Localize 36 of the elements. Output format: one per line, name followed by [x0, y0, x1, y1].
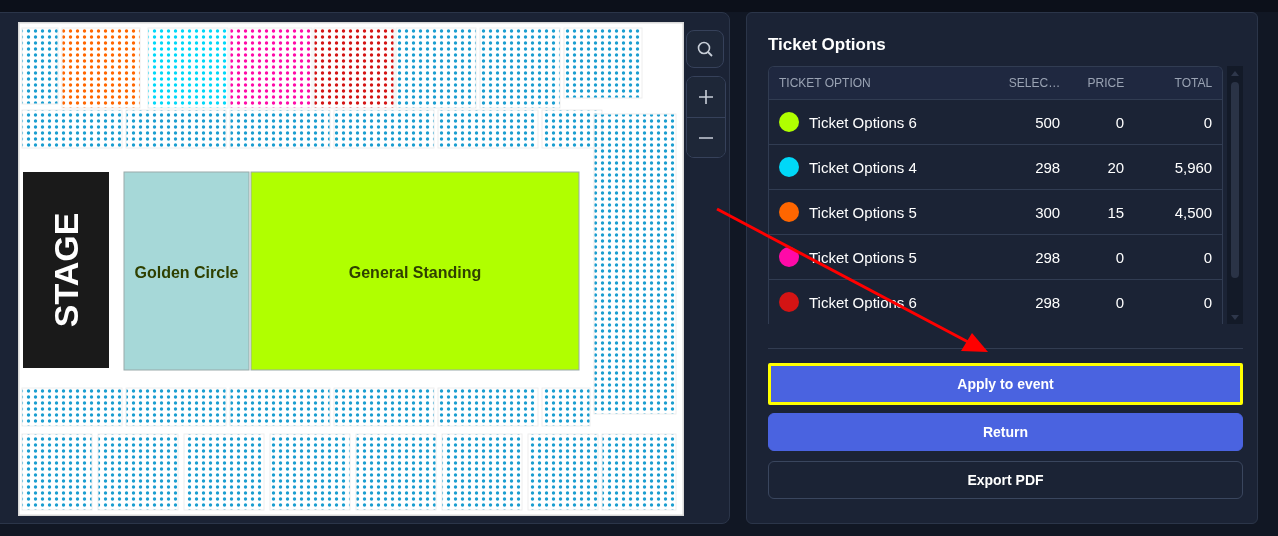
table-cell-text: 500 [1034, 113, 1061, 131]
ticket-name: Ticket Options 5 [809, 203, 917, 221]
standing-area[interactable]: General Standing [250, 171, 580, 371]
panel-title: Ticket Options [768, 35, 887, 55]
reset-zoom-button[interactable] [686, 30, 724, 68]
table-cell-text: 0 [1114, 113, 1125, 131]
table-cell-text: 298 [1034, 158, 1061, 176]
table-cell-text: 298 [1034, 248, 1061, 266]
column-header[interactable]: TOTAL [1124, 76, 1213, 90]
table-cell-text: 15 [1106, 203, 1125, 221]
column-header[interactable]: TICKET OPTION [779, 76, 971, 90]
table-cell-text: 0 [1202, 113, 1213, 131]
table-cell-text: 0 [1114, 293, 1125, 311]
table-cell-text: 0 [1202, 248, 1213, 266]
stage-block: STAGE [23, 172, 109, 368]
scrollbar[interactable] [1227, 66, 1243, 324]
table-cell-text: 5,960 [1173, 158, 1213, 176]
zoom-in-button[interactable] [687, 77, 725, 117]
standing-area[interactable]: Golden Circle [123, 171, 250, 371]
export-button[interactable]: Export PDF [768, 461, 1243, 499]
action-button[interactable]: Return [768, 413, 1243, 451]
action-button[interactable]: Apply to event [768, 363, 1243, 405]
column-header[interactable]: SELEC… [970, 76, 1061, 90]
table-cell-text: 20 [1106, 158, 1125, 176]
search-icon [696, 40, 714, 58]
table-cell-text: 0 [1114, 248, 1125, 266]
table-cell-text: 300 [1034, 203, 1061, 221]
table-cell-text: 4,500 [1173, 203, 1213, 221]
plus-icon [698, 89, 714, 105]
ticket-name: Ticket Options 6 [809, 113, 917, 131]
column-header[interactable]: PRICE [1060, 76, 1125, 90]
table-cell-text: 0 [1202, 293, 1213, 311]
ticket-name: Ticket Options 4 [809, 158, 917, 176]
minus-icon [698, 135, 714, 140]
table-cell-text: 298 [1034, 293, 1061, 311]
ticket-name: Ticket Options 5 [809, 248, 917, 266]
